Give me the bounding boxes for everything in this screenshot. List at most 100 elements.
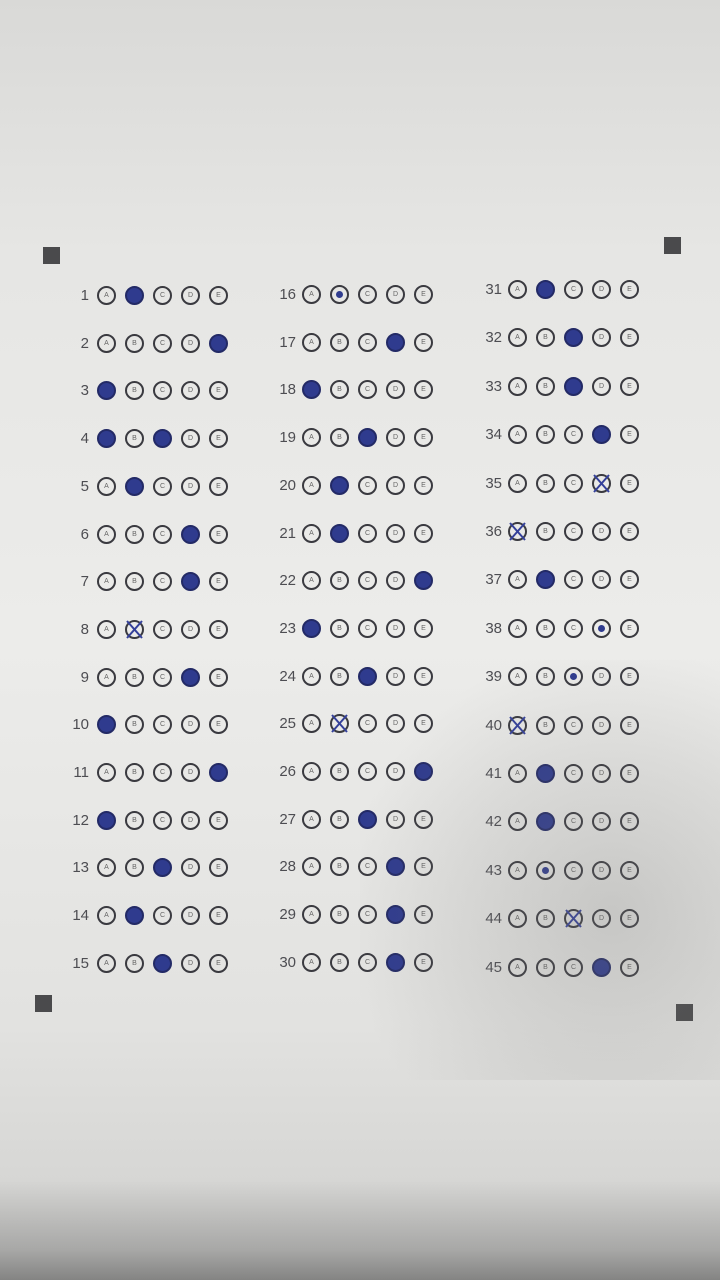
answer-bubble-e[interactable]: E	[414, 953, 433, 972]
answer-bubble-e[interactable]: E	[414, 905, 433, 924]
answer-bubble-a[interactable]: A	[302, 571, 321, 590]
answer-bubble-d[interactable]: D	[592, 425, 611, 444]
answer-bubble-d[interactable]: D	[592, 716, 611, 735]
answer-bubble-d[interactable]: D	[181, 286, 200, 305]
answer-bubble-a[interactable]: A	[302, 857, 321, 876]
answer-bubble-b[interactable]: B	[330, 810, 349, 829]
answer-bubble-a[interactable]: A	[97, 286, 116, 305]
answer-bubble-a[interactable]: A	[302, 619, 321, 638]
answer-bubble-a[interactable]: A	[508, 280, 527, 299]
answer-bubble-a[interactable]: A	[97, 906, 116, 925]
answer-bubble-d[interactable]: D	[386, 810, 405, 829]
answer-bubble-c[interactable]: C	[358, 333, 377, 352]
answer-bubble-a[interactable]: A	[97, 572, 116, 591]
answer-bubble-b[interactable]: B	[536, 280, 555, 299]
answer-bubble-e[interactable]: E	[209, 525, 228, 544]
answer-bubble-d[interactable]: D	[181, 334, 200, 353]
answer-bubble-a[interactable]: A	[508, 667, 527, 686]
answer-bubble-e[interactable]: E	[620, 764, 639, 783]
answer-bubble-b[interactable]: B	[330, 333, 349, 352]
answer-bubble-b[interactable]: B	[330, 857, 349, 876]
answer-bubble-b[interactable]: B	[125, 906, 144, 925]
answer-bubble-c[interactable]: C	[358, 285, 377, 304]
answer-bubble-a[interactable]: A	[508, 861, 527, 880]
answer-bubble-b[interactable]: B	[125, 525, 144, 544]
answer-bubble-e[interactable]: E	[620, 861, 639, 880]
answer-bubble-c[interactable]: C	[564, 716, 583, 735]
answer-bubble-e[interactable]: E	[209, 954, 228, 973]
answer-bubble-e[interactable]: E	[209, 572, 228, 591]
answer-bubble-d[interactable]: D	[592, 909, 611, 928]
answer-bubble-d[interactable]: D	[592, 280, 611, 299]
answer-bubble-d[interactable]: D	[181, 620, 200, 639]
answer-bubble-b[interactable]: B	[536, 522, 555, 541]
answer-bubble-b[interactable]: B	[536, 570, 555, 589]
answer-bubble-e[interactable]: E	[620, 909, 639, 928]
answer-bubble-b[interactable]: B	[536, 328, 555, 347]
answer-bubble-b[interactable]: B	[125, 572, 144, 591]
answer-bubble-c[interactable]: C	[358, 380, 377, 399]
answer-bubble-e[interactable]: E	[620, 280, 639, 299]
answer-bubble-c[interactable]: C	[358, 571, 377, 590]
answer-bubble-e[interactable]: E	[414, 810, 433, 829]
answer-bubble-d[interactable]: D	[386, 953, 405, 972]
answer-bubble-d[interactable]: D	[386, 285, 405, 304]
answer-bubble-e[interactable]: E	[209, 906, 228, 925]
answer-bubble-e[interactable]: E	[209, 620, 228, 639]
answer-bubble-b[interactable]: B	[536, 619, 555, 638]
answer-bubble-d[interactable]: D	[181, 525, 200, 544]
answer-bubble-d[interactable]: D	[592, 377, 611, 396]
answer-bubble-b[interactable]: B	[125, 620, 144, 639]
answer-bubble-c[interactable]: C	[564, 522, 583, 541]
answer-bubble-a[interactable]: A	[97, 477, 116, 496]
answer-bubble-a[interactable]: A	[508, 764, 527, 783]
answer-bubble-b[interactable]: B	[536, 909, 555, 928]
answer-bubble-e[interactable]: E	[620, 570, 639, 589]
answer-bubble-e[interactable]: E	[209, 763, 228, 782]
answer-bubble-e[interactable]: E	[620, 522, 639, 541]
answer-bubble-c[interactable]: C	[564, 280, 583, 299]
answer-bubble-c[interactable]: C	[153, 525, 172, 544]
answer-bubble-c[interactable]: C	[153, 381, 172, 400]
answer-bubble-e[interactable]: E	[620, 377, 639, 396]
answer-bubble-d[interactable]: D	[386, 524, 405, 543]
answer-bubble-d[interactable]: D	[181, 668, 200, 687]
answer-bubble-b[interactable]: B	[330, 571, 349, 590]
answer-bubble-d[interactable]: D	[181, 858, 200, 877]
answer-bubble-e[interactable]: E	[209, 811, 228, 830]
answer-bubble-d[interactable]: D	[592, 667, 611, 686]
answer-bubble-e[interactable]: E	[414, 571, 433, 590]
answer-bubble-d[interactable]: D	[386, 857, 405, 876]
answer-bubble-d[interactable]: D	[592, 328, 611, 347]
answer-bubble-d[interactable]: D	[181, 572, 200, 591]
answer-bubble-d[interactable]: D	[181, 715, 200, 734]
answer-bubble-e[interactable]: E	[414, 714, 433, 733]
answer-bubble-a[interactable]: A	[508, 812, 527, 831]
answer-bubble-a[interactable]: A	[508, 377, 527, 396]
answer-bubble-a[interactable]: A	[97, 381, 116, 400]
answer-bubble-c[interactable]: C	[153, 906, 172, 925]
answer-bubble-c[interactable]: C	[153, 954, 172, 973]
answer-bubble-a[interactable]: A	[97, 811, 116, 830]
answer-bubble-c[interactable]: C	[564, 570, 583, 589]
answer-bubble-a[interactable]: A	[97, 525, 116, 544]
answer-bubble-a[interactable]: A	[302, 953, 321, 972]
answer-bubble-b[interactable]: B	[125, 477, 144, 496]
answer-bubble-a[interactable]: A	[508, 958, 527, 977]
answer-bubble-d[interactable]: D	[181, 477, 200, 496]
answer-bubble-c[interactable]: C	[153, 763, 172, 782]
answer-bubble-d[interactable]: D	[386, 380, 405, 399]
answer-bubble-b[interactable]: B	[330, 619, 349, 638]
answer-bubble-d[interactable]: D	[181, 811, 200, 830]
answer-bubble-c[interactable]: C	[153, 334, 172, 353]
answer-bubble-e[interactable]: E	[414, 619, 433, 638]
answer-bubble-c[interactable]: C	[153, 572, 172, 591]
answer-bubble-a[interactable]: A	[97, 954, 116, 973]
answer-bubble-c[interactable]: C	[358, 524, 377, 543]
answer-bubble-e[interactable]: E	[414, 762, 433, 781]
answer-bubble-d[interactable]: D	[386, 619, 405, 638]
answer-bubble-e[interactable]: E	[414, 380, 433, 399]
answer-bubble-a[interactable]: A	[508, 619, 527, 638]
answer-bubble-e[interactable]: E	[620, 716, 639, 735]
answer-bubble-b[interactable]: B	[536, 474, 555, 493]
